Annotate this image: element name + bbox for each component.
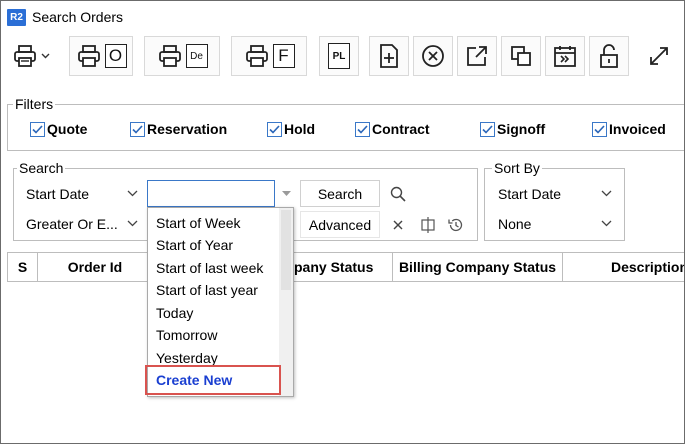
check-icon [592,121,607,137]
check-icon [30,121,45,137]
filters-group: Filters Quote Reservation Hold Contract … [7,95,684,151]
column-header-billing-company-status[interactable]: Billing Company Status [393,253,563,281]
cancel-button[interactable] [413,36,453,76]
filters-label: Filters [13,95,56,113]
calendar-button[interactable] [545,36,585,76]
open-external-icon [467,46,487,66]
search-icon [390,186,406,202]
dropdown-option-tomorrow[interactable]: Tomorrow [156,326,217,344]
chevron-down-icon [127,220,138,227]
letter-o: O [104,44,127,68]
search-label: Search [17,159,66,177]
expand-icon [650,47,668,65]
dropdown-scrollbar[interactable] [279,208,293,396]
column-header-s[interactable]: S [8,253,38,281]
pl-button[interactable]: PL [319,36,359,76]
unlock-button[interactable] [589,36,629,76]
check-icon [355,121,370,137]
copy-button[interactable] [501,36,541,76]
expand-button[interactable] [639,36,679,76]
check-icon [480,121,495,137]
printer-icon [245,45,268,67]
chevron-down-icon [601,220,612,227]
pl-document-icon: PL [328,43,350,69]
column-header-description[interactable]: Description [563,253,684,281]
history-button[interactable] [443,211,468,238]
chevron-down-icon [601,190,612,197]
column-chooser-button[interactable] [415,211,440,238]
toolbar: O De F PL [1,33,684,81]
app-logo: R2 [7,9,26,26]
search-operator-select[interactable]: Greater Or E... [18,211,146,237]
dropdown-option-start-of-year[interactable]: Start of Year [156,236,233,254]
column-header-order-id[interactable]: Order Id [38,253,153,281]
dropdown-option-yesterday[interactable]: Yesterday [156,349,218,367]
dropdown-option-today[interactable]: Today [156,304,193,322]
column-header-company-status[interactable]: pany Status [294,253,393,281]
date-value-dropdown-list: Start of Week Start of Year Start of las… [147,207,294,397]
filter-invoiced-checkbox[interactable]: Invoiced [592,121,666,137]
search-orders-window: R2 Search Orders O De F PL Filters Quote… [0,0,685,444]
dropdown-scrollbar-thumb[interactable] [281,210,291,290]
chevron-down-icon [127,190,138,197]
printer-icon [77,45,100,67]
advanced-button[interactable]: Advanced [300,211,380,238]
column-select-icon [420,216,435,233]
search-field-select[interactable]: Start Date [18,181,146,207]
print-menu-button[interactable] [7,36,55,76]
open-external-button[interactable] [457,36,497,76]
copy-icon [511,46,531,66]
search-value-dropdown-button[interactable] [276,180,296,207]
calendar-forward-icon [554,46,576,67]
printer-icon [158,45,181,67]
dropdown-option-start-of-last-year[interactable]: Start of last year [156,281,258,299]
letter-f: F [272,44,295,68]
new-button[interactable] [369,36,409,76]
cancel-circle-icon [422,45,444,67]
filter-contract-checkbox[interactable]: Contract [355,121,430,137]
printer-icon [14,45,36,67]
print-o-button[interactable]: O [69,36,133,76]
new-document-icon [380,44,398,68]
dropdown-option-start-of-last-week[interactable]: Start of last week [156,259,263,277]
window-title: Search Orders [32,9,124,25]
search-magnifier-button[interactable] [385,180,410,207]
letter-de: De [185,44,208,68]
filter-hold-checkbox[interactable]: Hold [267,121,315,137]
sort-by-label: Sort By [492,159,542,177]
chevron-down-icon [41,53,50,59]
filter-signoff-checkbox[interactable]: Signoff [480,121,545,137]
print-f-button[interactable]: F [231,36,307,76]
unlock-icon [600,44,618,68]
clear-button[interactable] [385,211,410,238]
orders-grid-header: S Order Id pany Status Billing Company S… [7,252,684,282]
search-value-input[interactable] [147,180,275,207]
history-icon [447,218,462,231]
filter-quote-checkbox[interactable]: Quote [30,121,87,137]
caret-down-icon [281,190,291,196]
dropdown-option-start-of-week[interactable]: Start of Week [156,214,241,232]
close-icon [393,220,402,229]
check-icon [130,121,145,137]
title-bar: R2 Search Orders [1,1,684,33]
dropdown-option-create-new[interactable]: Create New [156,371,232,389]
check-icon [267,121,282,137]
print-de-button[interactable]: De [144,36,220,76]
search-button[interactable]: Search [300,180,380,207]
sort-field-select[interactable]: Start Date [490,181,620,207]
filter-reservation-checkbox[interactable]: Reservation [130,121,227,137]
sort-order-select[interactable]: None [490,211,620,237]
